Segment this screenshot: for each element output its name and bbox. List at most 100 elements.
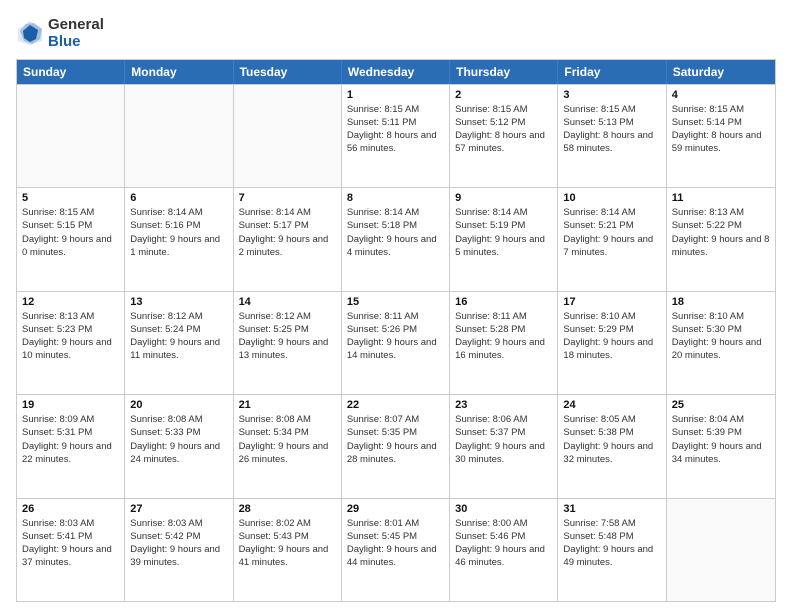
calendar-cell: 4 Sunrise: 8:15 AM Sunset: 5:14 PM Daylig… <box>667 85 775 188</box>
calendar-header-cell: Tuesday <box>234 60 342 84</box>
day-info: Sunrise: 8:13 AM Sunset: 5:23 PM Dayligh… <box>22 310 119 363</box>
day-number: 10 <box>563 192 660 204</box>
day-number: 14 <box>239 296 336 308</box>
day-number: 24 <box>563 399 660 411</box>
calendar-cell <box>17 85 125 188</box>
calendar-cell: 5 Sunrise: 8:15 AM Sunset: 5:15 PM Daylig… <box>17 188 125 291</box>
day-number: 7 <box>239 192 336 204</box>
page: General Blue SundayMondayTuesdayWednesda… <box>0 0 792 612</box>
day-number: 9 <box>455 192 552 204</box>
day-info: Sunrise: 8:11 AM Sunset: 5:28 PM Dayligh… <box>455 310 552 363</box>
day-number: 26 <box>22 503 119 515</box>
calendar-cell: 21Sunrise: 8:08 AM Sunset: 5:34 PM Dayli… <box>234 395 342 498</box>
calendar-header-cell: Thursday <box>450 60 558 84</box>
day-number: 5 <box>22 192 119 204</box>
day-info: Sunrise: 8:15 AM Sunset: 5:11 PM Dayligh… <box>347 103 444 156</box>
day-info: Sunrise: 8:04 AM Sunset: 5:39 PM Dayligh… <box>672 413 770 466</box>
calendar-header-cell: Sunday <box>17 60 125 84</box>
day-info: Sunrise: 8:14 AM Sunset: 5:19 PM Dayligh… <box>455 206 552 259</box>
calendar-header-row: SundayMondayTuesdayWednesdayThursdayFrid… <box>17 60 775 84</box>
day-number: 1 <box>347 89 444 101</box>
day-number: 31 <box>563 503 660 515</box>
day-number: 2 <box>455 89 552 101</box>
day-number: 28 <box>239 503 336 515</box>
day-info: Sunrise: 8:12 AM Sunset: 5:24 PM Dayligh… <box>130 310 227 363</box>
header: General Blue <box>16 16 776 51</box>
day-number: 21 <box>239 399 336 411</box>
calendar-cell: 3 Sunrise: 8:15 AM Sunset: 5:13 PM Daylig… <box>558 85 666 188</box>
day-number: 8 <box>347 192 444 204</box>
day-info: Sunrise: 8:15 AM Sunset: 5:15 PM Dayligh… <box>22 206 119 259</box>
logo-general: General <box>48 16 104 33</box>
calendar-cell: 14Sunrise: 8:12 AM Sunset: 5:25 PM Dayli… <box>234 292 342 395</box>
calendar-week: 12 Sunrise: 8:13 AM Sunset: 5:23 PM Dayli… <box>17 291 775 395</box>
day-number: 29 <box>347 503 444 515</box>
day-number: 18 <box>672 296 770 308</box>
calendar-cell: 16 Sunrise: 8:11 AM Sunset: 5:28 PM Dayli… <box>450 292 558 395</box>
calendar-cell: 24 Sunrise: 8:05 AM Sunset: 5:38 PM Dayli… <box>558 395 666 498</box>
calendar-header-cell: Wednesday <box>342 60 450 84</box>
calendar-cell: 12 Sunrise: 8:13 AM Sunset: 5:23 PM Dayli… <box>17 292 125 395</box>
logo-blue: Blue <box>48 33 81 50</box>
day-info: Sunrise: 8:10 AM Sunset: 5:29 PM Dayligh… <box>563 310 660 363</box>
day-info: Sunrise: 8:10 AM Sunset: 5:30 PM Dayligh… <box>672 310 770 363</box>
day-number: 25 <box>672 399 770 411</box>
calendar-cell: 10 Sunrise: 8:14 AM Sunset: 5:21 PM Dayli… <box>558 188 666 291</box>
day-number: 30 <box>455 503 552 515</box>
day-info: Sunrise: 8:14 AM Sunset: 5:18 PM Dayligh… <box>347 206 444 259</box>
day-info: Sunrise: 8:05 AM Sunset: 5:38 PM Dayligh… <box>563 413 660 466</box>
day-number: 13 <box>130 296 227 308</box>
day-info: Sunrise: 8:15 AM Sunset: 5:12 PM Dayligh… <box>455 103 552 156</box>
calendar: SundayMondayTuesdayWednesdayThursdayFrid… <box>16 59 776 603</box>
day-info: Sunrise: 8:15 AM Sunset: 5:13 PM Dayligh… <box>563 103 660 156</box>
day-number: 3 <box>563 89 660 101</box>
day-number: 4 <box>672 89 770 101</box>
calendar-week: 26 Sunrise: 8:03 AM Sunset: 5:41 PM Dayli… <box>17 498 775 602</box>
logo: General Blue <box>16 16 104 51</box>
calendar-cell <box>234 85 342 188</box>
calendar-week: 1 Sunrise: 8:15 AM Sunset: 5:11 PM Daylig… <box>17 84 775 188</box>
day-info: Sunrise: 8:03 AM Sunset: 5:41 PM Dayligh… <box>22 517 119 570</box>
day-info: Sunrise: 8:14 AM Sunset: 5:17 PM Dayligh… <box>239 206 336 259</box>
day-info: Sunrise: 7:58 AM Sunset: 5:48 PM Dayligh… <box>563 517 660 570</box>
day-number: 12 <box>22 296 119 308</box>
day-info: Sunrise: 8:08 AM Sunset: 5:33 PM Dayligh… <box>130 413 227 466</box>
day-number: 27 <box>130 503 227 515</box>
calendar-cell: 29Sunrise: 8:01 AM Sunset: 5:45 PM Dayli… <box>342 499 450 602</box>
day-number: 23 <box>455 399 552 411</box>
calendar-cell: 19Sunrise: 8:09 AM Sunset: 5:31 PM Dayli… <box>17 395 125 498</box>
calendar-cell: 8 Sunrise: 8:14 AM Sunset: 5:18 PM Daylig… <box>342 188 450 291</box>
day-info: Sunrise: 8:00 AM Sunset: 5:46 PM Dayligh… <box>455 517 552 570</box>
calendar-cell: 7 Sunrise: 8:14 AM Sunset: 5:17 PM Daylig… <box>234 188 342 291</box>
day-info: Sunrise: 8:14 AM Sunset: 5:21 PM Dayligh… <box>563 206 660 259</box>
calendar-cell: 23 Sunrise: 8:06 AM Sunset: 5:37 PM Dayli… <box>450 395 558 498</box>
day-info: Sunrise: 8:07 AM Sunset: 5:35 PM Dayligh… <box>347 413 444 466</box>
day-info: Sunrise: 8:15 AM Sunset: 5:14 PM Dayligh… <box>672 103 770 156</box>
logo-icon <box>16 19 44 47</box>
calendar-cell: 28Sunrise: 8:02 AM Sunset: 5:43 PM Dayli… <box>234 499 342 602</box>
logo-text: General Blue <box>48 16 104 51</box>
calendar-week: 5 Sunrise: 8:15 AM Sunset: 5:15 PM Daylig… <box>17 187 775 291</box>
day-number: 22 <box>347 399 444 411</box>
day-info: Sunrise: 8:11 AM Sunset: 5:26 PM Dayligh… <box>347 310 444 363</box>
calendar-header-cell: Saturday <box>667 60 775 84</box>
calendar-header-cell: Monday <box>125 60 233 84</box>
day-info: Sunrise: 8:03 AM Sunset: 5:42 PM Dayligh… <box>130 517 227 570</box>
calendar-cell: 9 Sunrise: 8:14 AM Sunset: 5:19 PM Daylig… <box>450 188 558 291</box>
day-number: 16 <box>455 296 552 308</box>
day-info: Sunrise: 8:06 AM Sunset: 5:37 PM Dayligh… <box>455 413 552 466</box>
day-number: 11 <box>672 192 770 204</box>
day-number: 19 <box>22 399 119 411</box>
calendar-cell: 26 Sunrise: 8:03 AM Sunset: 5:41 PM Dayli… <box>17 499 125 602</box>
calendar-cell: 15Sunrise: 8:11 AM Sunset: 5:26 PM Dayli… <box>342 292 450 395</box>
day-info: Sunrise: 8:14 AM Sunset: 5:16 PM Dayligh… <box>130 206 227 259</box>
day-number: 6 <box>130 192 227 204</box>
calendar-header-cell: Friday <box>558 60 666 84</box>
calendar-cell: 6 Sunrise: 8:14 AM Sunset: 5:16 PM Daylig… <box>125 188 233 291</box>
calendar-cell: 27 Sunrise: 8:03 AM Sunset: 5:42 PM Dayli… <box>125 499 233 602</box>
calendar-cell: 30 Sunrise: 8:00 AM Sunset: 5:46 PM Dayli… <box>450 499 558 602</box>
calendar-body: 1 Sunrise: 8:15 AM Sunset: 5:11 PM Daylig… <box>17 84 775 602</box>
day-number: 20 <box>130 399 227 411</box>
calendar-cell: 11Sunrise: 8:13 AM Sunset: 5:22 PM Dayli… <box>667 188 775 291</box>
calendar-cell: 13 Sunrise: 8:12 AM Sunset: 5:24 PM Dayli… <box>125 292 233 395</box>
